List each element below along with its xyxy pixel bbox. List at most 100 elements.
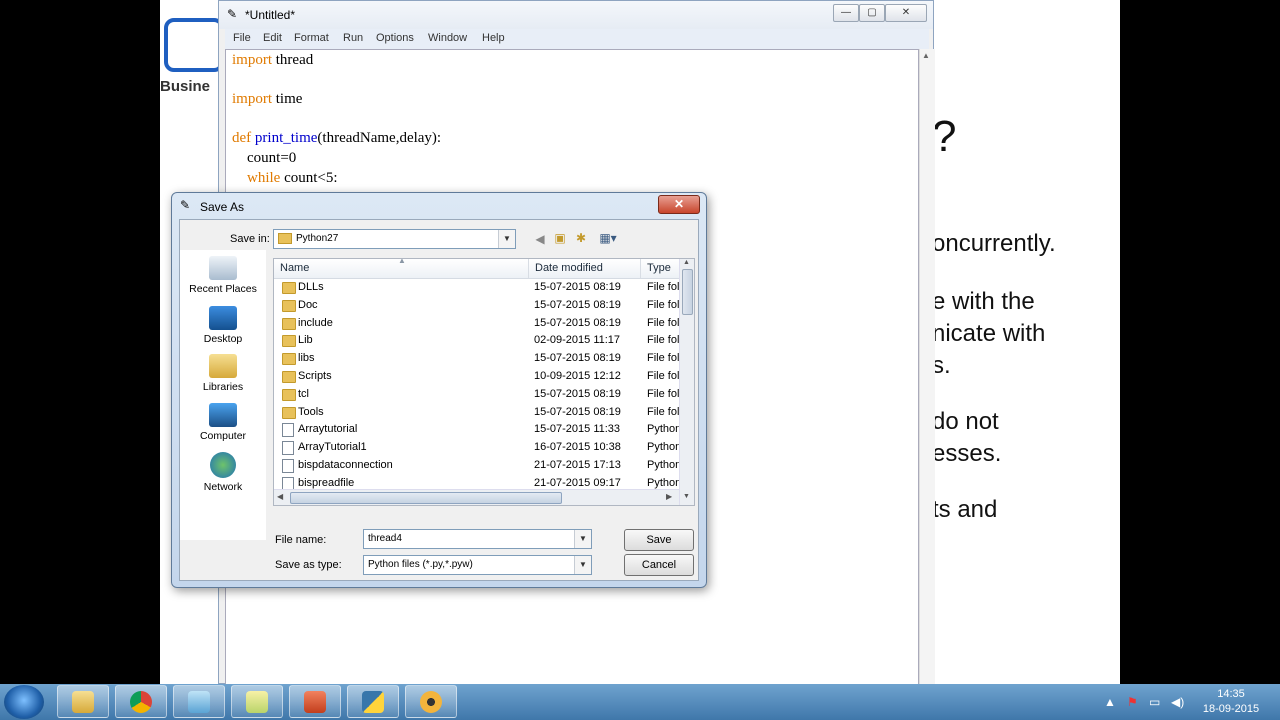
- file-row[interactable]: bispdataconnection 21-07-2015 17:13 Python: [274, 457, 681, 475]
- folder-icon: [282, 299, 296, 312]
- file-type: File fol: [647, 352, 680, 365]
- editor-scrollbar[interactable]: ▲: [919, 49, 935, 685]
- clock-time[interactable]: 14:35: [1196, 688, 1266, 700]
- action-center-icon[interactable]: ⚑: [1127, 695, 1138, 709]
- scroll-right-icon[interactable]: ▶: [666, 492, 672, 501]
- menu-run[interactable]: Run: [343, 32, 363, 44]
- view-menu-icon[interactable]: ▦▾: [596, 231, 620, 245]
- libraries-icon: [209, 354, 237, 378]
- network-tray-icon[interactable]: ▭: [1149, 695, 1160, 709]
- folder-row[interactable]: DLLs 15-07-2015 08:19 File fol: [274, 279, 679, 297]
- save-as-type-dropdown[interactable]: Python files (*.py,*.pyw) ▼: [363, 555, 592, 575]
- vertical-scrollbar[interactable]: ▲ ▼: [679, 259, 694, 505]
- cancel-button[interactable]: Cancel: [624, 554, 694, 576]
- file-name: Arraytutorial: [298, 423, 358, 436]
- window-titlebar[interactable]: ✎ *Untitled* — ▢ ✕: [219, 1, 933, 29]
- window-title: *Untitled*: [245, 8, 296, 22]
- volume-icon[interactable]: ◀): [1171, 695, 1184, 709]
- file-type: File fol: [647, 298, 680, 311]
- scroll-thumb[interactable]: [290, 492, 562, 504]
- python-icon: [362, 691, 384, 713]
- taskbar-chrome[interactable]: [115, 685, 167, 718]
- menu-format[interactable]: Format: [294, 32, 329, 44]
- place-desktop[interactable]: Desktop: [180, 306, 266, 345]
- file-name: Tools: [298, 405, 324, 418]
- taskbar-sticky[interactable]: [231, 685, 283, 718]
- column-type[interactable]: Type: [647, 262, 671, 274]
- python-file-icon: [282, 459, 294, 473]
- file-row[interactable]: ArrayTutorial1 16-07-2015 10:38 Python: [274, 439, 682, 457]
- folder-row[interactable]: Scripts 10-09-2015 12:12 File fol: [274, 368, 679, 386]
- slide-text: esses.: [932, 440, 1002, 467]
- company-logo: [164, 18, 224, 72]
- chevron-down-icon[interactable]: ▼: [574, 556, 591, 574]
- taskbar-app-flower[interactable]: [405, 685, 457, 718]
- column-date-modified[interactable]: Date modified: [535, 262, 603, 274]
- file-type: File fol: [647, 370, 680, 382]
- app-icon: [188, 691, 210, 713]
- column-name[interactable]: Name: [280, 262, 309, 274]
- taskbar-app[interactable]: [173, 685, 225, 718]
- clock-date[interactable]: 18-09-2015: [1196, 703, 1266, 715]
- chrome-icon: [130, 691, 152, 713]
- file-name: Doc: [298, 298, 318, 311]
- folder-row[interactable]: tcl 15-07-2015 08:19 File fol: [274, 386, 679, 404]
- place-recent-places[interactable]: Recent Places: [180, 256, 266, 295]
- slide-text: oncurrently.: [932, 230, 1056, 257]
- chevron-down-icon[interactable]: ▼: [574, 530, 591, 548]
- file-list-header: Name ▲ Date modified Type: [274, 259, 679, 279]
- file-type: File fol: [647, 405, 680, 418]
- slide-text: e with the: [932, 288, 1035, 315]
- file-type: Python: [647, 423, 682, 436]
- code-line: count=0: [232, 150, 297, 166]
- python-icon: ✎: [180, 198, 191, 212]
- file-list[interactable]: Name ▲ Date modified Type DLLs 15-07-2015…: [273, 258, 695, 506]
- file-row[interactable]: Arraytutorial 15-07-2015 11:33 Python: [274, 421, 682, 439]
- scroll-down-icon[interactable]: ▼: [683, 493, 690, 500]
- places-bar: Recent Places Desktop Libraries Computer…: [180, 250, 266, 540]
- file-date: 15-07-2015 08:19: [534, 405, 621, 418]
- scroll-up-icon[interactable]: ▲: [683, 259, 690, 266]
- place-computer[interactable]: Computer: [180, 403, 266, 442]
- save-in-dropdown[interactable]: Python27 ▼: [273, 229, 516, 249]
- minimize-button[interactable]: —: [833, 4, 859, 22]
- new-folder-icon[interactable]: ✱: [573, 231, 589, 245]
- menu-file[interactable]: File: [233, 32, 251, 44]
- menu-options[interactable]: Options: [376, 32, 414, 44]
- save-as-dialog: ✎ Save As ✕ Save in: Python27 ▼ ◀ ▣ ✱ ▦▾…: [171, 192, 707, 588]
- place-network[interactable]: Network: [180, 452, 266, 493]
- chevron-down-icon[interactable]: ▼: [498, 230, 515, 248]
- start-button[interactable]: [4, 685, 44, 719]
- folder-row[interactable]: libs 15-07-2015 08:19 File fol: [274, 350, 679, 368]
- back-icon[interactable]: ◀: [532, 232, 548, 246]
- taskbar-explorer[interactable]: [57, 685, 109, 718]
- folder-icon: [282, 388, 296, 401]
- place-libraries[interactable]: Libraries: [180, 354, 266, 393]
- slide-text: ?: [932, 112, 957, 161]
- menu-window[interactable]: Window: [428, 32, 467, 44]
- horizontal-scrollbar[interactable]: ◀ ▶: [274, 489, 679, 505]
- menu-edit[interactable]: Edit: [263, 32, 282, 44]
- taskbar-python[interactable]: [347, 685, 399, 718]
- menu-help[interactable]: Help: [482, 32, 505, 44]
- column-divider[interactable]: [528, 259, 529, 278]
- scroll-up-icon[interactable]: ▲: [922, 51, 930, 60]
- folder-row[interactable]: Tools 15-07-2015 08:19 File fol: [274, 404, 679, 422]
- dialog-close-button[interactable]: ✕: [658, 195, 700, 214]
- folder-row[interactable]: Doc 15-07-2015 08:19 File fol: [274, 297, 679, 315]
- file-name: DLLs: [298, 281, 324, 293]
- save-button[interactable]: Save: [624, 529, 694, 551]
- maximize-button[interactable]: ▢: [859, 4, 885, 22]
- scroll-left-icon[interactable]: ◀: [277, 492, 283, 501]
- taskbar-powerpoint[interactable]: [289, 685, 341, 718]
- column-divider[interactable]: [640, 259, 641, 278]
- scroll-thumb[interactable]: [682, 269, 693, 315]
- folder-row[interactable]: Lib 02-09-2015 11:17 File fol: [274, 332, 679, 350]
- file-name-input[interactable]: thread4 ▼: [363, 529, 592, 549]
- show-hidden-icons[interactable]: ▲: [1104, 695, 1116, 709]
- close-button[interactable]: ✕: [885, 4, 927, 22]
- file-type: File fol: [647, 387, 680, 400]
- file-type: Python: [647, 441, 682, 454]
- folder-row[interactable]: include 15-07-2015 08:19 File fol: [274, 315, 679, 333]
- up-folder-icon[interactable]: ▣: [552, 231, 568, 245]
